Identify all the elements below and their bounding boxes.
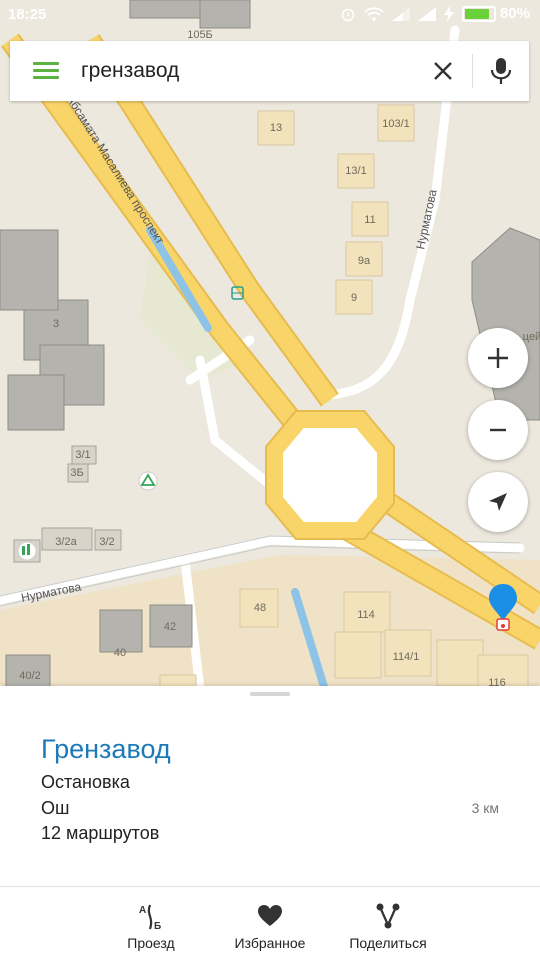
building-number: 40 (114, 647, 126, 659)
building-number: 3/2а (55, 536, 77, 548)
signal-icon (417, 6, 436, 21)
navigation-arrow-icon (489, 493, 507, 511)
building-number: 9 (351, 292, 357, 304)
share-label: Поделиться (349, 935, 427, 951)
status-bar: 18:25 80% (0, 0, 540, 30)
svg-text:А: А (139, 905, 146, 916)
building-number: 13 (270, 122, 282, 134)
place-distance: 3 км (471, 800, 499, 816)
drag-handle[interactable] (250, 692, 290, 696)
signal-icon (391, 6, 410, 21)
action-bar: А Б Проезд Избранное Поделиться (0, 886, 540, 961)
building-number: 3/1 (75, 449, 90, 461)
building-number: 114/1 (393, 651, 420, 663)
building-number: 105Б (187, 29, 213, 41)
status-icons: 80% (340, 5, 530, 22)
battery-icon (461, 5, 496, 22)
zoom-out-button[interactable] (468, 400, 528, 460)
map-view[interactable]: 105Б 13 103/1 13/1 11 9а 9 3 3/1 3Б 3/2а… (0, 0, 540, 690)
share-icon (376, 903, 400, 929)
wifi-icon (364, 6, 384, 21)
building-number: 11 (364, 214, 375, 226)
place-city: Ош (41, 798, 70, 818)
battery-percent: 80% (499, 5, 530, 22)
building-number: 3/2 (99, 536, 114, 548)
minus-icon (490, 428, 506, 432)
building-number: 40/2 (19, 670, 40, 682)
recycling-icon[interactable] (138, 471, 158, 491)
place-card[interactable]: Грензавод Остановка Ош 3 км 12 маршрутов (0, 686, 540, 886)
building-number: 42 (164, 621, 176, 633)
alarm-icon (341, 8, 355, 21)
building-number: 48 (254, 602, 266, 614)
search-bar (10, 41, 529, 101)
place-title: Грензавод (41, 734, 171, 764)
clear-icon[interactable] (428, 56, 458, 86)
building-number: цей (523, 331, 540, 343)
poi-icon[interactable] (17, 541, 37, 561)
hamburger-menu-icon[interactable] (33, 62, 59, 80)
microphone-icon[interactable] (473, 51, 529, 91)
building-number: 3Б (70, 467, 83, 479)
share-button[interactable]: Поделиться (318, 887, 458, 961)
route-icon: А Б (139, 904, 161, 931)
my-location-button[interactable] (468, 472, 528, 532)
svg-text:Б: Б (154, 921, 161, 931)
status-time: 18:25 (8, 6, 47, 23)
search-input[interactable] (81, 59, 428, 83)
place-type: Остановка (41, 772, 130, 792)
charging-icon (443, 5, 454, 22)
building-number: 114 (357, 609, 375, 621)
place-routes[interactable]: 12 маршрутов (41, 823, 159, 844)
battery-indicator: 80% (461, 5, 530, 22)
building-number: 103/1 (382, 118, 410, 130)
building-number: 13/1 (345, 165, 366, 177)
plus-icon (488, 348, 508, 368)
building-number: 9а (358, 255, 371, 267)
zoom-in-button[interactable] (468, 328, 528, 388)
heart-icon (258, 905, 282, 926)
map-canvas[interactable]: 105Б 13 103/1 13/1 11 9а 9 3 3/1 3Б 3/2а… (0, 0, 540, 690)
building-number: 3 (53, 318, 59, 330)
